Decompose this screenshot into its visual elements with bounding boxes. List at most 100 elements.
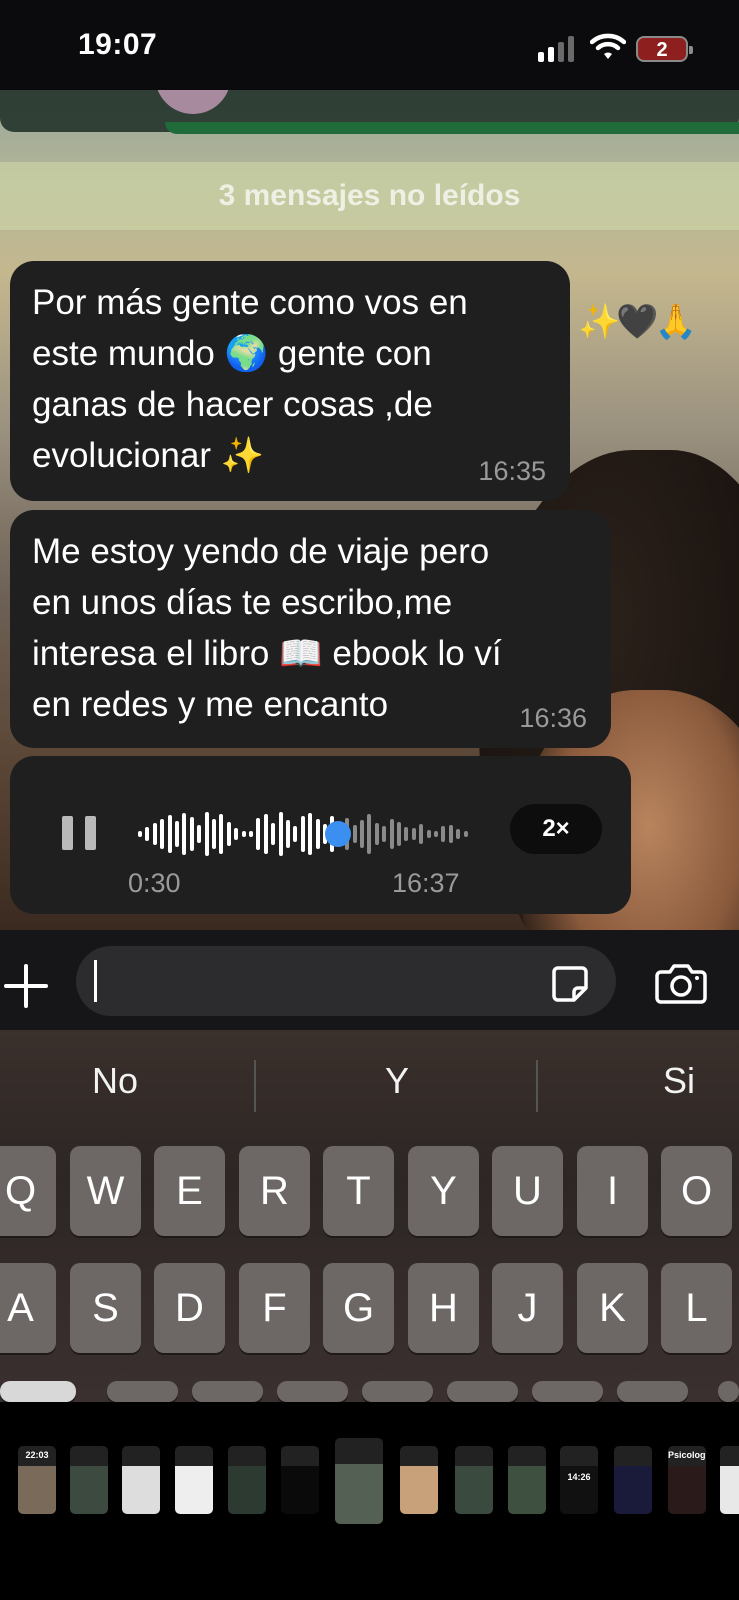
waveform-bar (316, 819, 320, 849)
waveform-bar (360, 820, 364, 848)
key-q[interactable]: Q (0, 1146, 56, 1236)
waveform-bar (441, 826, 445, 842)
key-r[interactable]: R (239, 1146, 310, 1236)
key-d[interactable]: D (154, 1263, 225, 1353)
key-u[interactable]: U (492, 1146, 563, 1236)
waveform-bar (138, 831, 142, 837)
app-thumbnail[interactable] (228, 1446, 266, 1514)
waveform-bar (197, 825, 201, 843)
battery-level: 2 (656, 39, 668, 61)
waveform-bar (286, 820, 290, 848)
waveform-bar (301, 816, 305, 852)
key-y[interactable]: Y (408, 1146, 479, 1236)
waveform-bar (271, 823, 275, 845)
waveform-bar (219, 814, 223, 854)
suggestion-2[interactable]: Y (297, 1060, 497, 1102)
waveform-scrubber[interactable] (325, 821, 351, 847)
waveform-bar (168, 815, 172, 853)
waveform-bar (308, 813, 312, 855)
message-reaction[interactable]: ✨🖤🙏 (578, 302, 697, 342)
key[interactable] (532, 1381, 603, 1402)
thumbnail-label: 14:26 (567, 1472, 591, 1482)
signal-icon (538, 36, 578, 62)
waveform-bar (382, 826, 386, 842)
waveform-bar (367, 814, 371, 854)
waveform-bar (160, 819, 164, 849)
key[interactable] (277, 1381, 348, 1402)
waveform-bar (427, 830, 431, 838)
message-bubble[interactable]: Me estoy yendo de viaje pero en unos día… (10, 510, 611, 748)
waveform-bar (449, 825, 453, 843)
message-text: Me estoy yendo de viaje pero en unos día… (32, 532, 502, 724)
voice-waveform[interactable] (138, 806, 478, 862)
key-e[interactable]: E (154, 1146, 225, 1236)
key-f[interactable]: F (239, 1263, 310, 1353)
waveform-bar (397, 822, 401, 846)
suggestion-3[interactable]: Si (579, 1060, 739, 1102)
key-w[interactable]: W (70, 1146, 141, 1236)
voice-note-bubble[interactable]: 2× 0:30 16:37 (10, 756, 631, 914)
message-input[interactable] (94, 958, 514, 1004)
waveform-bar (242, 831, 246, 837)
waveform-bar (353, 825, 357, 843)
key-i[interactable]: I (577, 1146, 648, 1236)
thumbnail-label: 22:03 (25, 1450, 49, 1460)
waveform-bar (249, 831, 253, 837)
message-input-field[interactable] (76, 946, 616, 1016)
waveform-bar (234, 828, 238, 840)
app-thumbnail[interactable] (281, 1446, 319, 1514)
message-timestamp: 16:37 (392, 868, 460, 898)
waveform-bar (293, 826, 297, 842)
app-thumbnail[interactable] (720, 1446, 739, 1514)
app-thumbnail[interactable] (175, 1446, 213, 1514)
waveform-bar (182, 813, 186, 855)
app-thumbnail[interactable] (455, 1446, 493, 1514)
key[interactable] (107, 1381, 178, 1402)
backspace-key[interactable] (718, 1381, 739, 1402)
sticker-icon[interactable] (550, 964, 590, 1004)
waveform-bar (145, 827, 149, 841)
waveform-bar (434, 831, 438, 837)
key-o[interactable]: O (661, 1146, 732, 1236)
waveform-bar (175, 821, 179, 847)
app-thumbnail[interactable]: 14:26 (560, 1446, 598, 1514)
key-g[interactable]: G (323, 1263, 394, 1353)
app-thumbnail[interactable] (335, 1438, 383, 1524)
key-h[interactable]: H (408, 1263, 479, 1353)
app-thumbnail[interactable] (70, 1446, 108, 1514)
shift-key[interactable] (0, 1381, 76, 1402)
app-thumbnail[interactable] (614, 1446, 652, 1514)
plus-icon[interactable] (4, 964, 48, 1008)
message-timestamp: 16:36 (519, 703, 587, 733)
text-caret (94, 960, 97, 1002)
suggestion-1[interactable]: No (15, 1060, 215, 1102)
waveform-bar (419, 824, 423, 844)
key[interactable] (447, 1381, 518, 1402)
key-l[interactable]: L (661, 1263, 732, 1353)
key-k[interactable]: K (577, 1263, 648, 1353)
waveform-bar (390, 819, 394, 849)
app-thumbnail[interactable] (508, 1446, 546, 1514)
key-t[interactable]: T (323, 1146, 394, 1236)
waveform-bar (375, 823, 379, 845)
key-j[interactable]: J (492, 1263, 563, 1353)
app-thumbnail[interactable] (122, 1446, 160, 1514)
key[interactable] (617, 1381, 688, 1402)
header-accent-bar (165, 122, 739, 134)
playback-speed-button[interactable]: 2× (510, 804, 602, 854)
app-thumbnail[interactable]: Psicología (668, 1446, 706, 1514)
unread-banner: 3 mensajes no leídos (0, 162, 739, 230)
key[interactable] (192, 1381, 263, 1402)
waveform-bar (404, 827, 408, 841)
waveform-bar (227, 822, 231, 846)
app-thumbnail[interactable] (400, 1446, 438, 1514)
camera-icon[interactable] (655, 962, 707, 1004)
pause-icon[interactable] (62, 816, 96, 850)
message-bubble[interactable]: Por más gente como vos en este mundo 🌍 g… (10, 261, 570, 501)
key[interactable] (362, 1381, 433, 1402)
waveform-bar (256, 818, 260, 850)
key-s[interactable]: S (70, 1263, 141, 1353)
app-thumbnail[interactable]: 22:03 (18, 1446, 56, 1514)
key-a[interactable]: A (0, 1263, 56, 1353)
waveform-bar (264, 814, 268, 854)
